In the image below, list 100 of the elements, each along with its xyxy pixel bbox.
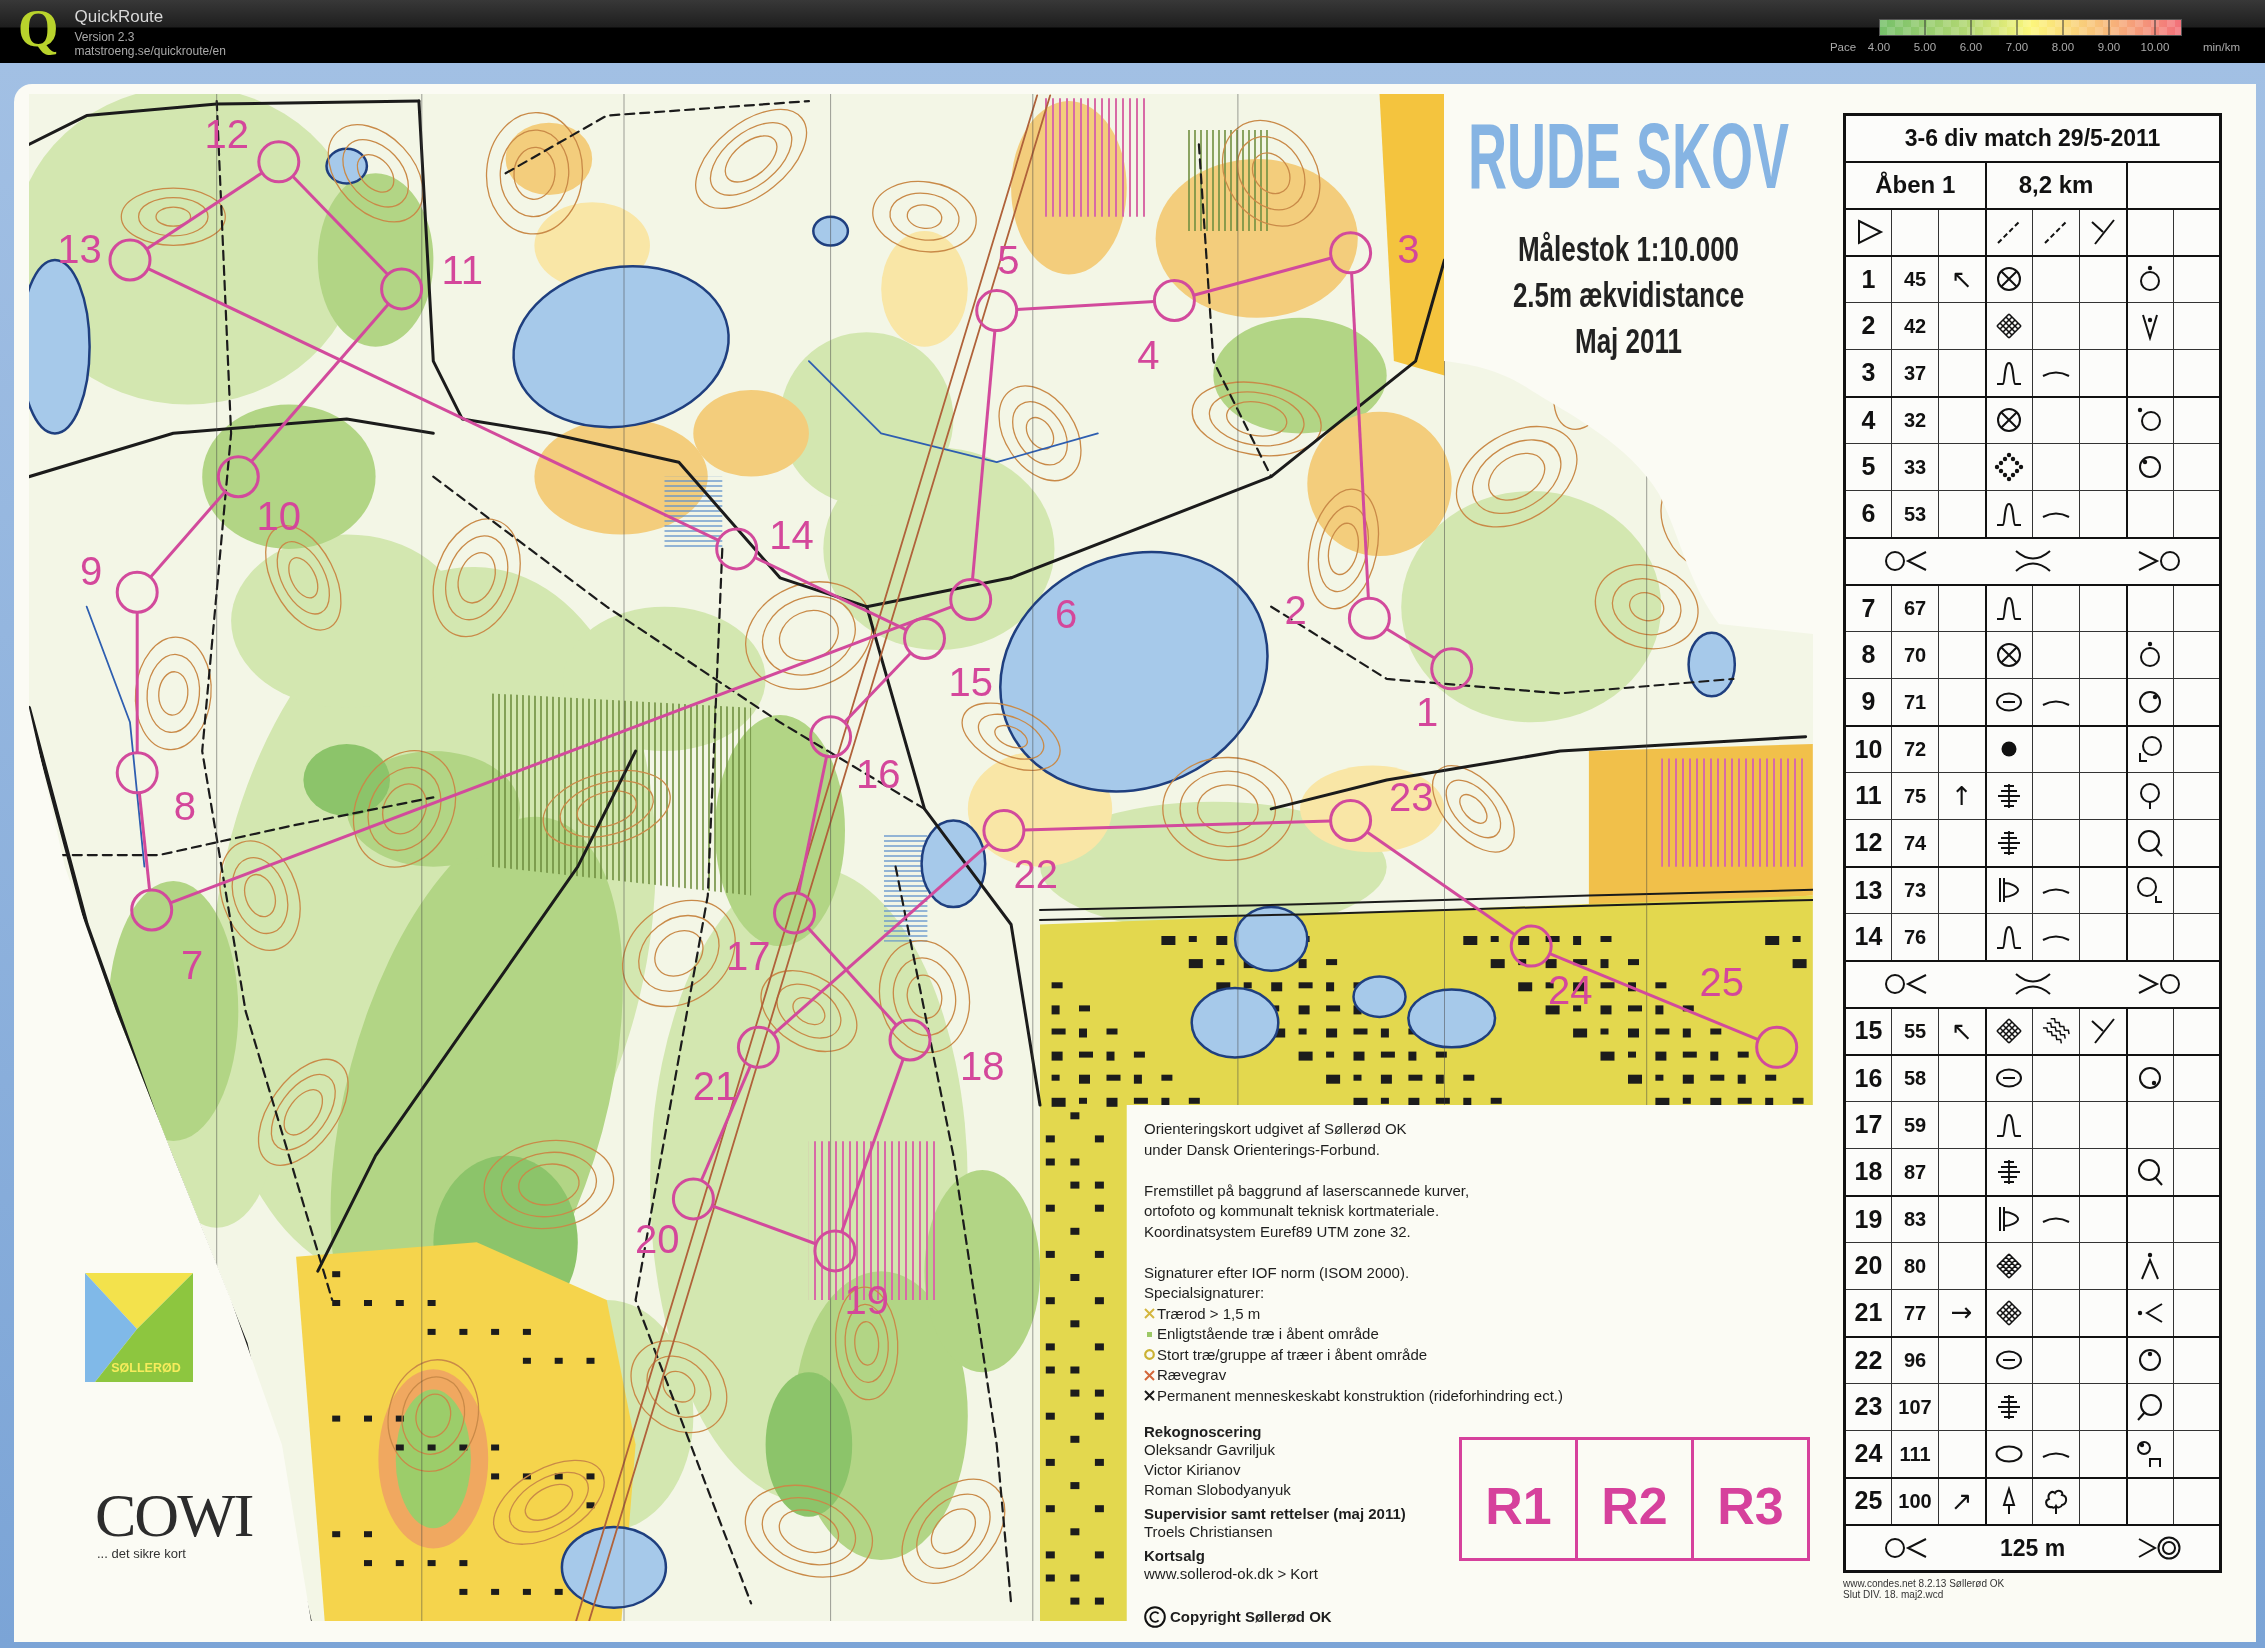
control-number: 22 <box>1013 851 1058 896</box>
legend-entry: Trærod > 1,5 m <box>1157 1303 1261 1324</box>
description-code: 107 <box>1891 1383 1939 1431</box>
ring-tail-icon <box>2135 1156 2166 1187</box>
control-circle <box>671 1177 715 1221</box>
labeled-box: R1 <box>1459 1437 1578 1561</box>
pace-tick-label: 9.00 <box>2096 40 2122 54</box>
description-number: 8 <box>1844 631 1892 679</box>
control-number: 7 <box>181 942 204 987</box>
control-circle <box>257 140 301 184</box>
mesh-diamond-icon <box>1994 1297 2025 1328</box>
description-code: 111 <box>1891 1430 1939 1478</box>
description-number: 25 <box>1844 1477 1892 1525</box>
control-circle <box>715 527 759 571</box>
mesh-diamond-icon <box>1994 1016 2025 1046</box>
labeled-box: R3 <box>1691 1437 1810 1561</box>
description-number: 24 <box>1844 1430 1892 1478</box>
description-code: 87 <box>1891 1148 1939 1196</box>
legend-text: Fremstillet på baggrund af laserscannede kurver, ortofoto og kommunalt teknisk kortmateriale. Koordinatsystem Euref89 UTM zone 32. <box>1144 1180 1470 1242</box>
legend-text: Orienteringskort udgivet af Søllerød OK under Dansk Orienterings-Forbund. <box>1144 1119 1407 1160</box>
legend-entry: Enligtstående træ i åbent område <box>1157 1324 1379 1344</box>
credits-heading: Rekognoscering <box>1144 1424 1262 1440</box>
legend-entry: Stort træ/gruppe af træer i åbent område <box>1157 1344 1428 1365</box>
pace-tick-label: 8.00 <box>2050 40 2076 54</box>
control-circle <box>1509 924 1553 968</box>
control-number: 18 <box>960 1044 1005 1088</box>
course-leg <box>1385 627 1436 660</box>
description-code: 37 <box>1891 349 1939 397</box>
app-logo: Q <box>18 3 59 55</box>
control-circle <box>773 891 816 935</box>
course-length: 8,2 km <box>1985 161 2127 209</box>
control-circle <box>130 888 174 932</box>
description-code: 70 <box>1891 631 1939 679</box>
description-number: 15 <box>1844 1007 1892 1055</box>
app-name: QuickRoute <box>74 7 165 27</box>
control-number: 2 <box>1284 587 1307 632</box>
description-code: 77 <box>1891 1289 1939 1337</box>
control-number: 17 <box>726 934 771 979</box>
sponsor-tagline: ... det sikre kort <box>97 1546 186 1562</box>
description-code: 33 <box>1891 443 1939 491</box>
control-circle <box>736 1025 780 1069</box>
description-code: 100 <box>1891 1477 1939 1525</box>
mesh-diamond-icon <box>1994 1251 2025 1281</box>
control-circle <box>1347 596 1391 640</box>
description-number: 22 <box>1844 1336 1892 1384</box>
control-circle <box>216 455 260 499</box>
wavy-lines-icon <box>2041 1016 2071 1046</box>
description-number: 2 <box>1844 302 1892 350</box>
control-circle <box>1152 279 1196 322</box>
barred-oval-icon <box>1994 1068 2025 1089</box>
control-number: 14 <box>769 512 814 557</box>
description-code: 75 <box>1891 772 1939 820</box>
description-code: 74 <box>1891 819 1939 867</box>
control-number: 15 <box>948 659 993 704</box>
description-code: 67 <box>1891 584 1939 632</box>
control-number: 8 <box>173 784 196 828</box>
credits-line: Troels Christiansen <box>1144 1522 1273 1542</box>
description-code: 32 <box>1891 396 1939 444</box>
description-code: 45 <box>1891 255 1939 303</box>
description-number: 17 <box>1844 1101 1892 1149</box>
control-circle <box>115 751 159 795</box>
control-number: 21 <box>692 1064 738 1109</box>
description-number: 9 <box>1844 678 1892 726</box>
control-circle <box>903 617 946 660</box>
control-circle <box>115 570 159 614</box>
description-number: 7 <box>1844 584 1892 632</box>
control-number: 11 <box>441 248 483 293</box>
credits-heading: Supervisior samt rettelser (maj 2011) <box>1144 1506 1406 1522</box>
labeled-box: R2 <box>1575 1437 1694 1561</box>
control-number: 20 <box>634 1217 680 1262</box>
description-number: 4 <box>1844 396 1892 444</box>
description-code: 71 <box>1891 678 1939 726</box>
control-number: 24 <box>1547 967 1593 1012</box>
control-circle <box>1755 1025 1799 1069</box>
map-info-line: Maj 2011 <box>1575 319 1682 364</box>
description-code: 73 <box>1891 866 1939 914</box>
pace-unit: min/km <box>2202 40 2240 54</box>
control-number: 5 <box>997 238 1020 282</box>
sponsor-logo: COWI <box>95 1484 253 1546</box>
course-name: Åben 1 <box>1844 161 1986 209</box>
map-info-line: Målestok 1:10.000 <box>1517 227 1740 272</box>
description-code: 83 <box>1891 1195 1939 1243</box>
control-circle <box>380 267 424 311</box>
credits-line: Victor Kirianov <box>1144 1460 1241 1480</box>
description-number: 18 <box>1844 1148 1892 1196</box>
control-number: 1 <box>1416 690 1439 735</box>
description-number: 10 <box>1844 725 1892 773</box>
dotted-diamond-icon <box>1994 452 2025 482</box>
control-circle <box>949 578 993 621</box>
pace-tick-label: 7.00 <box>2004 40 2030 54</box>
control-circle <box>1329 231 1373 275</box>
credits-line: Oleksandr Gavriljuk <box>1144 1440 1275 1460</box>
copyright-icon <box>1144 1606 1166 1629</box>
control-number: 23 <box>1389 775 1434 820</box>
footer-note: Slut DIV. 18. maj2.wcd <box>1843 1589 1944 1600</box>
description-number: 13 <box>1844 866 1892 914</box>
ring-tail-icon <box>2135 827 2166 858</box>
app-url: matstroeng.se/quickroute/en <box>74 44 226 58</box>
control-number: 10 <box>256 493 302 538</box>
control-number: 9 <box>79 548 103 593</box>
